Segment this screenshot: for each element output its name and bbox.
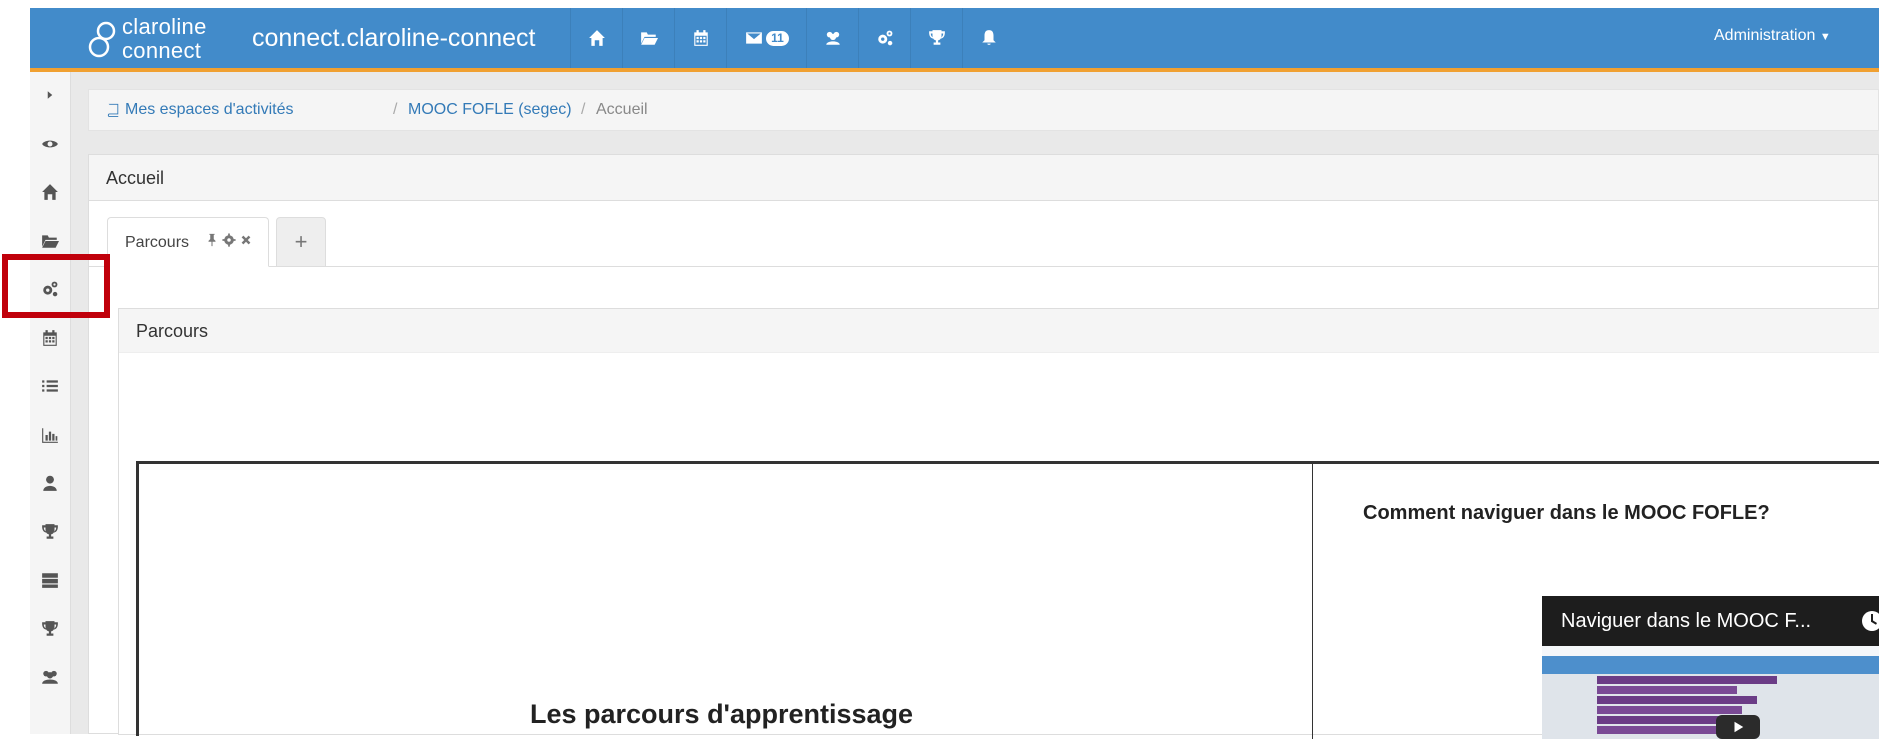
envelope-icon: [746, 32, 763, 44]
tab-label: Parcours: [125, 234, 190, 251]
nav-notifications[interactable]: [962, 8, 1015, 68]
users-icon: [826, 31, 840, 45]
video-embed[interactable]: Naviguer dans le MOOC F...: [1542, 596, 1879, 739]
users-icon: [42, 670, 58, 684]
administration-menu[interactable]: Administration ▼: [1714, 27, 1831, 45]
sidebar-item-achievements[interactable]: [30, 612, 70, 646]
video-title[interactable]: Naviguer dans le MOOC F...: [1561, 610, 1811, 633]
home-icon: [589, 30, 605, 46]
brand-line1: claroline: [122, 14, 207, 39]
left-sidebar: [30, 72, 71, 734]
breadcrumb-current: Accueil: [596, 101, 648, 118]
user-icon: [43, 475, 57, 491]
nav-badges[interactable]: [910, 8, 963, 68]
book-icon: [107, 103, 119, 117]
page-title: Accueil: [106, 168, 165, 188]
home-panel: Accueil Parcours + Parcours Les parcours…: [88, 154, 1879, 739]
bar-chart-icon: [42, 428, 58, 443]
trophy-icon: [42, 621, 58, 636]
nav-messages[interactable]: 11: [726, 8, 807, 68]
logo-mark-icon: [88, 21, 116, 58]
parcours-widget: Parcours Les parcours d'apprentissage Co…: [118, 308, 1879, 739]
sidebar-toggle[interactable]: [30, 78, 70, 112]
caret-down-icon: ▼: [1819, 31, 1831, 43]
play-button[interactable]: [1716, 715, 1760, 739]
sidebar-item-calendar[interactable]: [30, 321, 70, 355]
watch-later-icon[interactable]: [1861, 610, 1879, 632]
panel-header: Accueil: [89, 155, 1878, 201]
trophy-icon: [42, 524, 58, 539]
sidebar-item-visibility[interactable]: [30, 127, 70, 161]
brand-line2: connect: [122, 38, 202, 63]
sidebar-item-analytics[interactable]: [30, 418, 70, 452]
bell-icon: [982, 30, 996, 45]
nav-files[interactable]: [622, 8, 675, 68]
nav-tools[interactable]: [858, 8, 911, 68]
site-title[interactable]: connect.claroline-connect: [252, 24, 536, 53]
caret-right-icon: [47, 91, 53, 99]
add-tab-button[interactable]: +: [276, 217, 326, 267]
nav-community[interactable]: [806, 8, 859, 68]
pin-icon[interactable]: [205, 233, 219, 247]
tabs-divider: [89, 266, 1878, 267]
administration-label: Administration: [1714, 27, 1816, 44]
close-icon[interactable]: [239, 233, 253, 247]
sidebar-item-badges[interactable]: [30, 515, 70, 549]
home-icon: [42, 184, 58, 200]
learning-paths-heading: Les parcours d'apprentissage: [530, 699, 914, 729]
gear-icon[interactable]: [222, 233, 236, 247]
play-icon: [1734, 721, 1744, 733]
claroline-logo[interactable]: claroline connect: [88, 14, 218, 64]
folder-icon: [42, 235, 59, 248]
breadcrumb-separator: /: [393, 101, 398, 118]
trophy-icon: [929, 30, 945, 45]
list-icon: [42, 380, 58, 392]
gears-icon: [878, 30, 893, 46]
sidebar-item-groups[interactable]: [30, 660, 70, 694]
breadcrumb-workspaces-link[interactable]: Mes espaces d'activités: [125, 101, 293, 119]
highlight-box: [2, 254, 110, 318]
sidebar-item-home[interactable]: [30, 175, 70, 209]
sidebar-item-resources[interactable]: [30, 224, 70, 258]
calendar-icon: [694, 30, 708, 46]
server-icon: [42, 573, 58, 588]
sidebar-item-storage[interactable]: [30, 563, 70, 597]
messages-badge: 11: [766, 30, 789, 46]
navigation-heading: Comment naviguer dans le MOOC FOFLE?: [1363, 502, 1770, 524]
calendar-icon: [43, 330, 57, 346]
video-thumbnail: [1542, 646, 1879, 739]
tab-parcours[interactable]: Parcours: [107, 217, 269, 267]
folder-icon: [641, 32, 658, 45]
table-divider: [1312, 464, 1313, 739]
sidebar-item-users[interactable]: [30, 466, 70, 500]
top-navbar: claroline connect connect.claroline-conn…: [30, 8, 1879, 72]
widget-title: Parcours: [136, 321, 209, 341]
nav-home[interactable]: [570, 8, 623, 68]
breadcrumb-workspace-link[interactable]: MOOC FOFLE (segec): [408, 101, 572, 119]
eye-icon: [42, 140, 58, 148]
sidebar-item-list[interactable]: [30, 369, 70, 403]
breadcrumb: Mes espaces d'activités / MOOC FOFLE (se…: [88, 89, 1879, 131]
widget-header: Parcours: [119, 309, 1879, 353]
breadcrumb-separator: /: [581, 101, 586, 118]
nav-calendar[interactable]: [674, 8, 727, 68]
content-table: Les parcours d'apprentissage Comment nav…: [136, 461, 1879, 739]
